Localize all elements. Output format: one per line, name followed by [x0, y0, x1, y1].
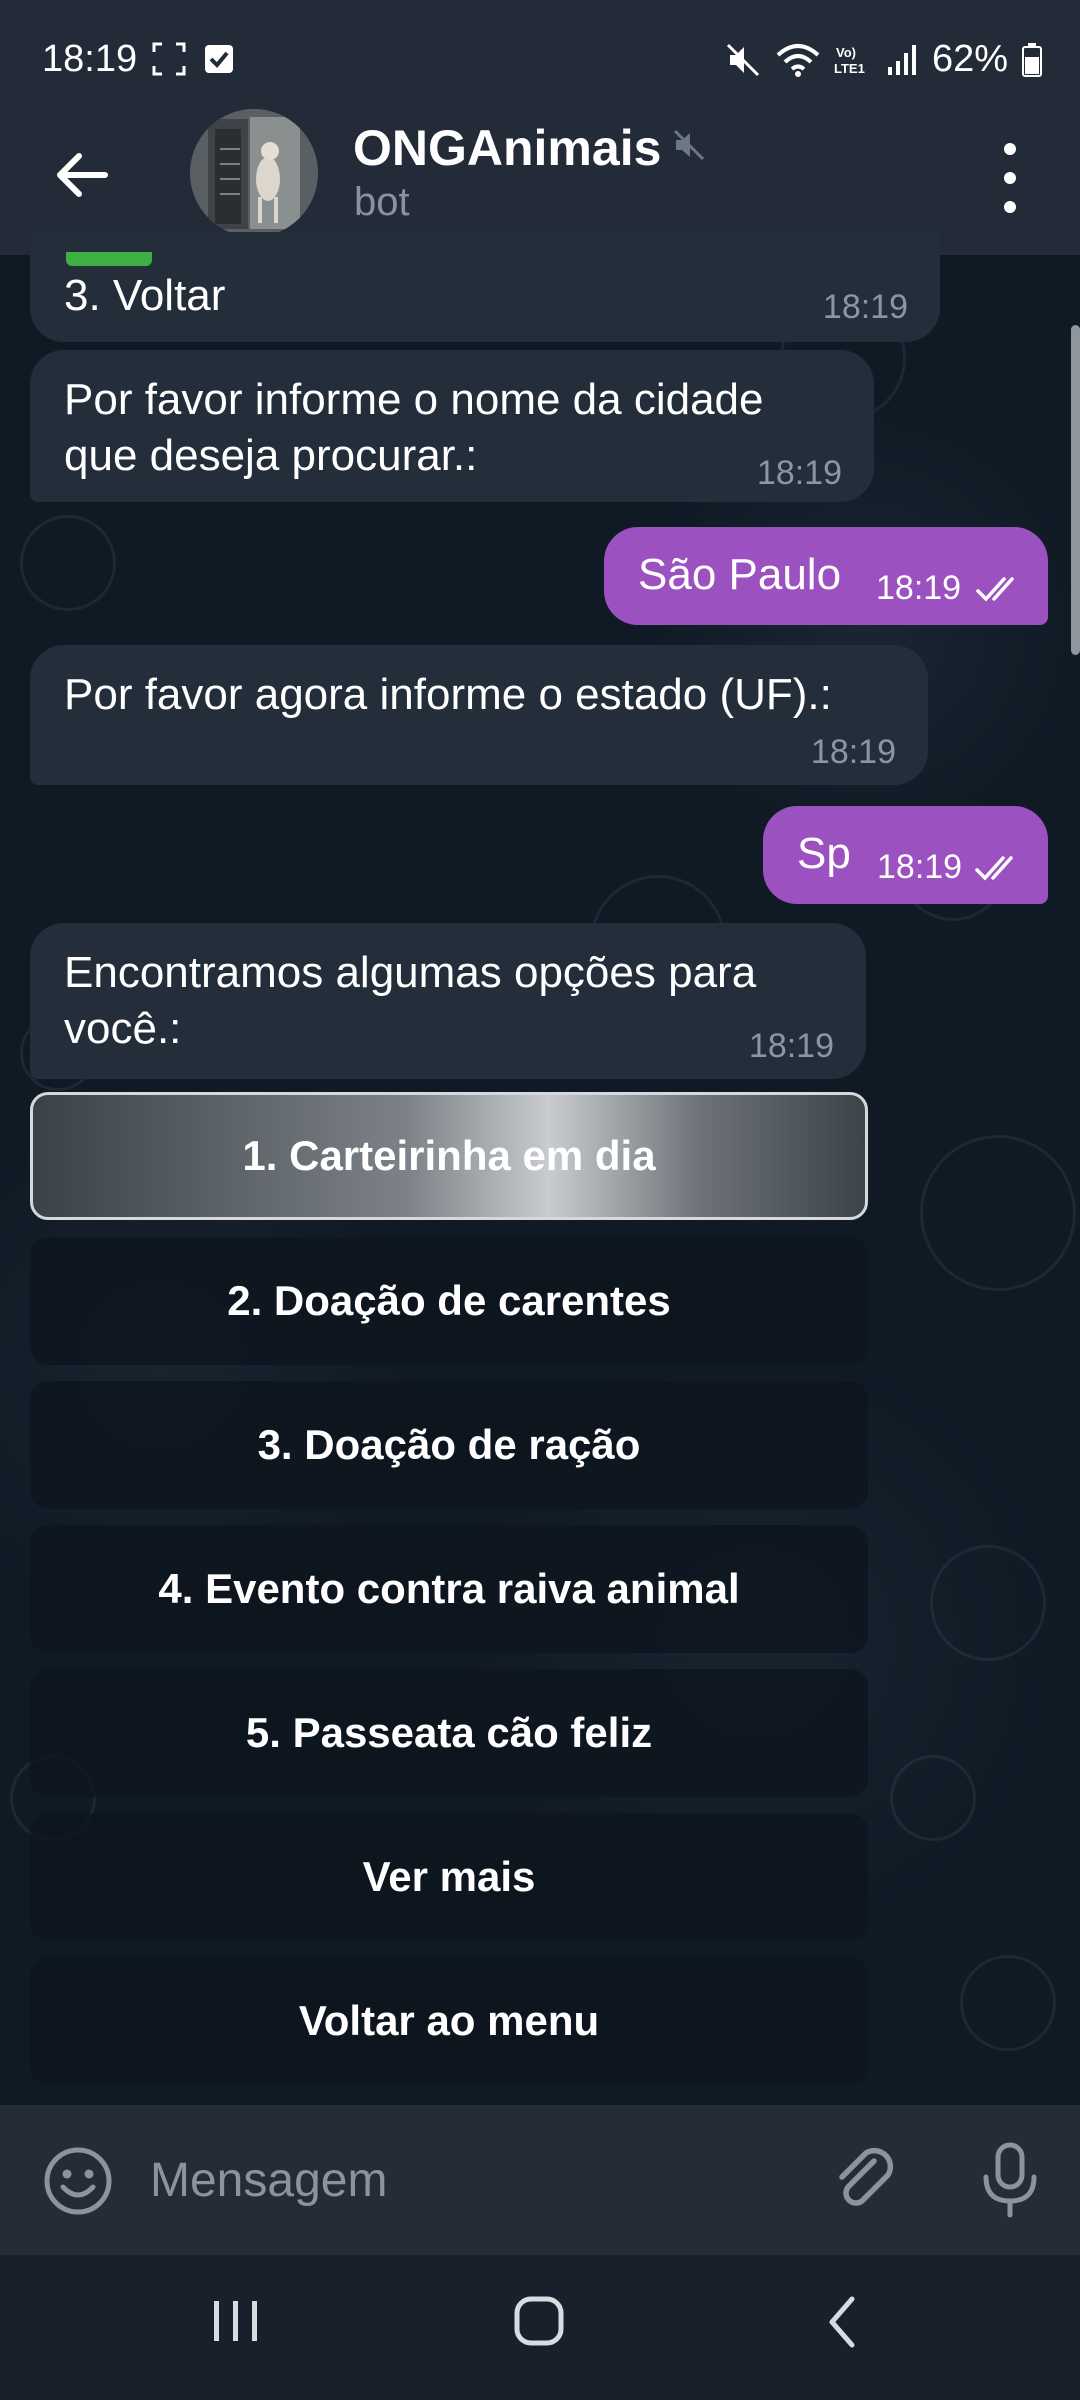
message-bubble-incoming[interactable]: Por favor informe o nome da cidade que d…	[30, 350, 874, 502]
message-text: Sp	[797, 829, 851, 878]
message-bubble-incoming[interactable]: 3. Voltar 18:19	[30, 232, 940, 342]
status-left-icons	[152, 42, 234, 76]
arrow-left-icon	[57, 153, 108, 197]
message-time: 18:19	[756, 454, 842, 492]
more-vertical-icon-dot	[1004, 143, 1016, 155]
status-bar: 18:19 Vo) LTE1 62%	[0, 0, 1080, 120]
volte-icon: Vo) LTE1	[834, 45, 865, 76]
background-doodle	[930, 1545, 1046, 1661]
speaker-muted-icon	[673, 129, 705, 161]
message-text: Encontramos algumas opções para você.:	[64, 948, 757, 1053]
chat-title[interactable]: ONGAnimais	[353, 119, 661, 177]
more-vertical-icon-dot	[1004, 201, 1016, 213]
mute-icon	[726, 43, 759, 76]
chat-subtitle: bot	[354, 180, 410, 224]
status-right-icons: Vo) LTE1 62%	[724, 38, 1042, 81]
emoji-icon[interactable]	[42, 2145, 114, 2217]
home-icon[interactable]	[513, 2295, 567, 2349]
message-time: 18:19	[877, 848, 963, 886]
battery-percent: 62%	[931, 38, 1008, 80]
keyboard-button-voltar-menu[interactable]: Voltar ao menu	[30, 1957, 868, 2085]
keyboard-button-doacao-carentes[interactable]: 2. Doação de carentes	[30, 1237, 868, 1365]
keyboard-button-doacao-racao[interactable]: 3. Doação de ração	[30, 1381, 868, 1509]
message-text: São Paulo	[638, 550, 842, 599]
back-button[interactable]	[42, 135, 122, 215]
message-input-bar	[0, 2105, 1080, 2255]
message-bubble-incoming[interactable]: Por favor agora informe o estado (UF).: …	[30, 645, 928, 785]
top-area: 18:19 Vo) LTE1 62% ONGAnimais bot	[0, 0, 1080, 255]
svg-text:LTE1: LTE1	[834, 61, 865, 76]
message-text: Por favor agora informe o estado (UF).:	[64, 670, 832, 719]
message-time: 18:19	[876, 569, 962, 607]
battery-icon	[1022, 42, 1042, 77]
message-text: Por favor informe o nome da cidade que d…	[64, 375, 764, 480]
wifi-icon	[776, 43, 820, 77]
svg-text:Vo): Vo)	[836, 45, 856, 60]
message-time: 18:19	[810, 733, 896, 771]
background-doodle	[20, 515, 116, 611]
paperclip-icon[interactable]	[830, 2145, 900, 2217]
back-nav-icon[interactable]	[824, 2295, 860, 2349]
message-input[interactable]	[148, 2143, 802, 2217]
double-check-icon	[976, 577, 1014, 602]
checkbox-notification-icon	[205, 45, 233, 73]
message-time: 18:19	[748, 1027, 834, 1065]
signal-icon	[887, 44, 916, 75]
scrollbar[interactable]	[1071, 325, 1080, 655]
microphone-icon[interactable]	[980, 2141, 1040, 2219]
recent-apps-icon[interactable]	[210, 2295, 262, 2345]
double-check-icon	[975, 856, 1013, 881]
keyboard-button-carteirinha[interactable]: 1. Carteirinha em dia	[30, 1092, 868, 1220]
message-time: 18:19	[822, 288, 908, 326]
message-bubble-incoming[interactable]: Encontramos algumas opções para você.: 1…	[30, 923, 866, 1079]
green-keycap-icon	[66, 252, 152, 266]
system-navigation-bar	[0, 2255, 1080, 2400]
message-text: 3. Voltar	[64, 271, 226, 320]
background-doodle	[960, 1955, 1056, 2051]
avatar[interactable]	[190, 109, 318, 237]
more-options-button[interactable]	[990, 143, 1030, 213]
message-bubble-outgoing[interactable]: Sp 18:19	[763, 806, 1048, 904]
avatar-image	[190, 109, 318, 237]
more-vertical-icon-dot	[1004, 172, 1016, 184]
background-doodle	[890, 1755, 976, 1841]
keyboard-button-passeata[interactable]: 5. Passeata cão feliz	[30, 1669, 868, 1797]
background-doodle	[920, 1135, 1076, 1291]
screenshot-frame-icon	[152, 42, 186, 76]
status-time: 18:19	[42, 38, 138, 80]
message-bubble-outgoing[interactable]: São Paulo 18:19	[604, 527, 1048, 625]
keyboard-button-ver-mais[interactable]: Ver mais	[30, 1813, 868, 1941]
keyboard-button-evento-raiva[interactable]: 4. Evento contra raiva animal	[30, 1525, 868, 1653]
